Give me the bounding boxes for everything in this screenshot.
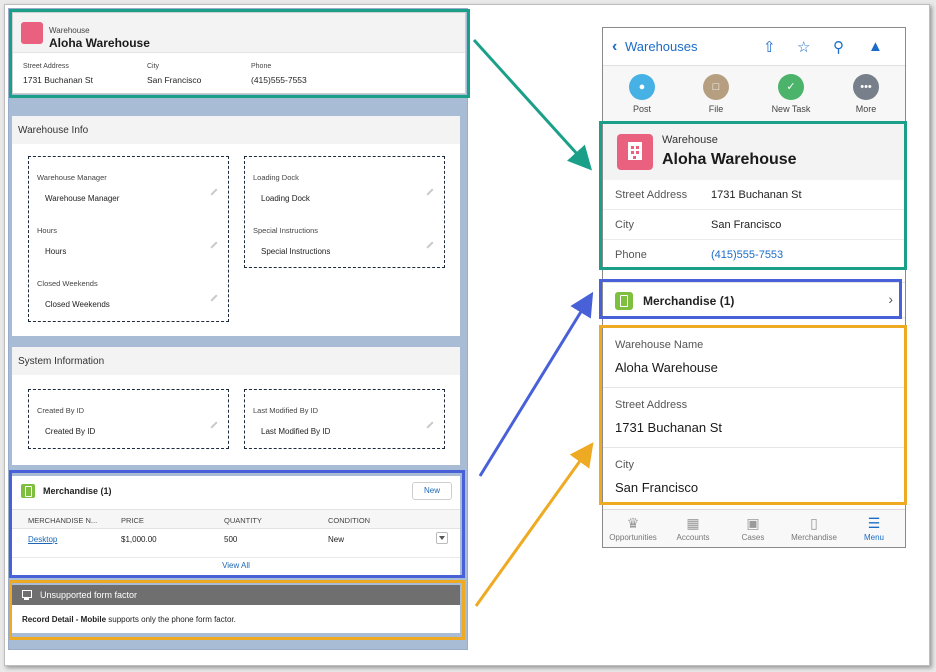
action-bar: ● Post □ File ✓ New Task ••• More <box>603 66 905 122</box>
field-box-right: Loading Dock Loading Dock Special Instru… <box>244 156 445 268</box>
field-warehouse-manager[interactable]: Warehouse Manager Warehouse Manager <box>37 173 119 203</box>
orange-highlight-outline <box>9 580 465 640</box>
green-highlight-outline-phone <box>599 121 907 270</box>
bell-icon[interactable]: ▲ <box>868 38 883 55</box>
star-icon[interactable]: ☆ <box>797 38 810 56</box>
search-icon[interactable]: ⚲ <box>833 38 844 56</box>
tab-cases[interactable]: ▣ Cases <box>723 513 783 542</box>
action-file[interactable]: □ File <box>686 74 746 114</box>
briefcase-icon: ▣ <box>746 515 760 531</box>
tab-menu[interactable]: ☰ Menu <box>844 513 904 542</box>
phone-nav-bar: ‹ Warehouses ⇧ ☆ ⚲ ▲ <box>603 28 905 66</box>
building-icon: ▦ <box>686 515 700 531</box>
edit-pencil-icon[interactable] <box>210 188 218 196</box>
edit-pencil-icon[interactable] <box>210 294 218 302</box>
edit-pencil-icon[interactable] <box>210 421 218 429</box>
edit-pencil-icon[interactable] <box>426 421 434 429</box>
field-box-left: Warehouse Manager Warehouse Manager Hour… <box>28 156 229 322</box>
blue-highlight-outline <box>9 470 465 578</box>
back-chevron-icon[interactable]: ‹ <box>612 38 617 56</box>
back-label[interactable]: Warehouses <box>625 39 698 54</box>
edit-pencil-icon[interactable] <box>426 241 434 249</box>
orange-highlight-outline-phone <box>599 325 907 505</box>
file-icon: □ <box>703 74 729 100</box>
edit-pencil-icon[interactable] <box>426 188 434 196</box>
warehouse-info-section: Warehouse Info Warehouse Manager Warehou… <box>12 116 460 336</box>
green-highlight-outline <box>9 9 470 98</box>
tab-accounts[interactable]: ▦ Accounts <box>663 513 723 542</box>
field-loading-dock[interactable]: Loading Dock Loading Dock <box>253 173 310 203</box>
field-hours[interactable]: Hours Hours <box>37 226 66 256</box>
blue-highlight-outline-phone <box>599 279 902 319</box>
system-info-section: System Information Created By ID Created… <box>12 347 460 465</box>
chat-icon: ● <box>629 74 655 100</box>
field-created-by[interactable]: Created By ID Created By ID <box>37 406 95 436</box>
more-icon: ••• <box>853 74 879 100</box>
field-special-instructions[interactable]: Special Instructions Special Instruction… <box>253 226 330 256</box>
edit-pencil-icon[interactable] <box>210 241 218 249</box>
field-box-modified-by: Last Modified By ID Last Modified By ID <box>244 389 445 449</box>
tab-opportunities[interactable]: ♛ Opportunities <box>603 513 663 542</box>
section-title: Warehouse Info <box>18 125 89 136</box>
share-icon[interactable]: ⇧ <box>763 38 776 56</box>
action-more[interactable]: ••• More <box>836 74 896 114</box>
bottom-tab-bar: ♛ Opportunities ▦ Accounts ▣ Cases ▯ Mer… <box>603 509 905 547</box>
tab-merchandise[interactable]: ▯ Merchandise <box>784 513 844 542</box>
crown-icon: ♛ <box>626 515 640 531</box>
phone-icon: ▯ <box>810 515 818 531</box>
field-box-created-by: Created By ID Created By ID <box>28 389 229 449</box>
section-title: System Information <box>18 356 105 367</box>
task-icon: ✓ <box>778 74 804 100</box>
field-closed-weekends[interactable]: Closed Weekends Closed Weekends <box>37 279 110 309</box>
field-last-modified-by[interactable]: Last Modified By ID Last Modified By ID <box>253 406 330 436</box>
action-new-task[interactable]: ✓ New Task <box>761 74 821 114</box>
menu-icon: ☰ <box>867 515 881 531</box>
action-post[interactable]: ● Post <box>612 74 672 114</box>
